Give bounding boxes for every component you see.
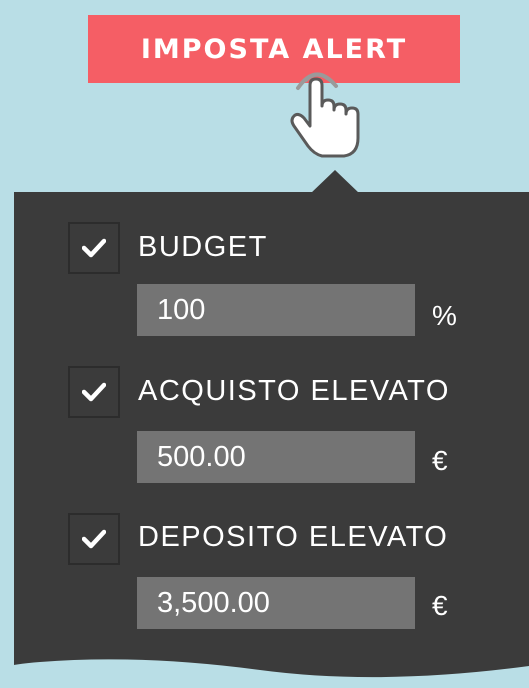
checkmark-icon <box>82 529 106 549</box>
checkmark-icon <box>82 238 106 258</box>
checkmark-icon <box>82 382 106 402</box>
budget-unit: % <box>432 300 457 331</box>
budget-input[interactable] <box>137 284 415 336</box>
acquisto-elevato-checkbox[interactable] <box>68 366 120 418</box>
pointer-hand-icon <box>290 72 360 158</box>
panel-wave-edge <box>0 659 529 688</box>
budget-label: BUDGET <box>138 231 268 263</box>
deposito-elevato-label: DEPOSITO ELEVATO <box>138 521 449 553</box>
deposito-elevato-checkbox[interactable] <box>68 513 120 565</box>
imposta-alert-button[interactable]: IMPOSTA ALERT <box>88 15 460 83</box>
acquisto-elevato-label: ACQUISTO ELEVATO <box>138 375 450 407</box>
budget-checkbox[interactable] <box>68 222 120 274</box>
deposito-elevato-unit: € <box>432 590 448 621</box>
deposito-elevato-input[interactable] <box>137 577 415 629</box>
acquisto-elevato-input[interactable] <box>137 431 415 483</box>
acquisto-elevato-unit: € <box>432 445 448 476</box>
panel-caret <box>310 170 360 194</box>
